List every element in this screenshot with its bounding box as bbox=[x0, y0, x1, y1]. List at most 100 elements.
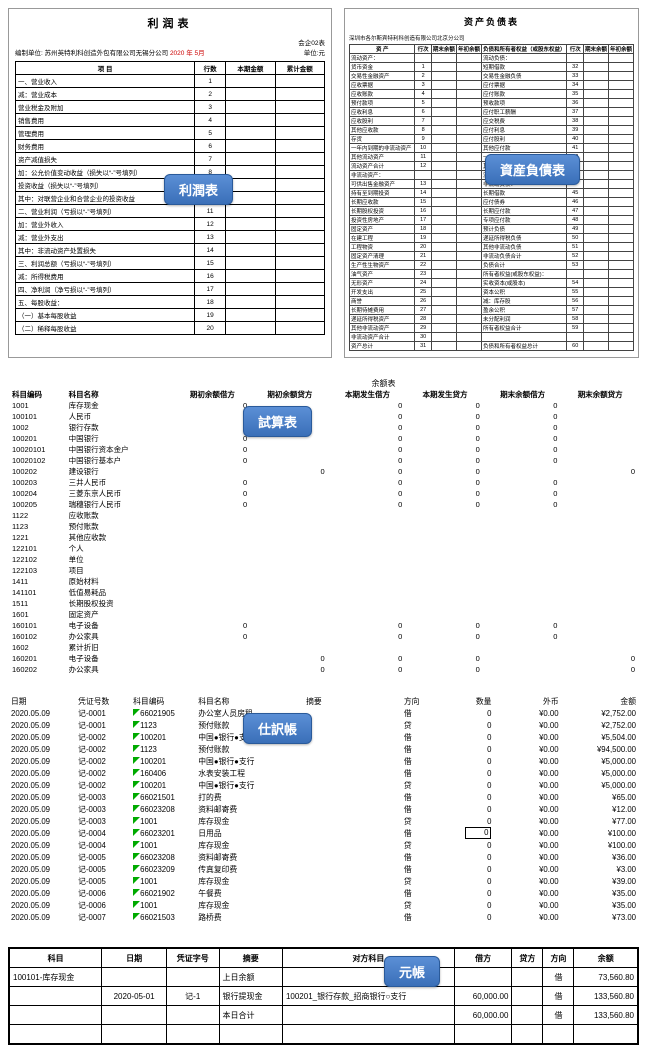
balance-cell bbox=[583, 171, 608, 180]
balance-cell: 交易性金融资产 bbox=[350, 72, 415, 81]
journal-cell: 记-0003 bbox=[75, 815, 130, 827]
trial-cell: 0 bbox=[484, 477, 562, 488]
ledger-cell bbox=[282, 1025, 454, 1044]
balance-cell: 56 bbox=[567, 297, 583, 306]
balance-cell: 19 bbox=[415, 234, 431, 243]
balance-cell bbox=[608, 333, 633, 342]
trial-cell: 100204 bbox=[8, 488, 65, 499]
balance-cell bbox=[431, 180, 456, 189]
profit-cell: 19 bbox=[195, 309, 226, 322]
balance-cell: 非流动资产： bbox=[350, 171, 415, 180]
journal-cell: 2020.05.09 bbox=[8, 767, 75, 779]
journal-cell: 0 bbox=[439, 887, 494, 899]
trial-cell bbox=[329, 510, 407, 521]
balance-cell: 存货 bbox=[350, 135, 415, 144]
balance-cell bbox=[583, 72, 608, 81]
journal-cell bbox=[303, 791, 401, 803]
balance-cell: 应付债券 bbox=[481, 198, 567, 207]
trial-cell bbox=[561, 576, 639, 587]
balance-cell bbox=[431, 72, 456, 81]
trial-cell bbox=[174, 510, 252, 521]
trial-col: 本期发生借方 bbox=[329, 389, 407, 400]
journal-cell bbox=[303, 899, 401, 911]
profit-cell bbox=[226, 218, 275, 231]
balance-cell bbox=[431, 270, 456, 279]
trial-cell: 0 bbox=[484, 620, 562, 631]
trial-cell: 0 bbox=[406, 499, 484, 510]
trial-cell bbox=[406, 554, 484, 565]
profit-cell: 财务费用 bbox=[16, 140, 195, 153]
balance-cell: 预收款项 bbox=[481, 99, 567, 108]
trial-cell bbox=[561, 543, 639, 554]
balance-col: 年初余额 bbox=[608, 45, 633, 54]
balance-cell bbox=[583, 297, 608, 306]
profit-cell: 2 bbox=[195, 88, 226, 101]
trial-cell: 0 bbox=[406, 400, 484, 411]
ledger-badge: 元帳 bbox=[384, 956, 440, 987]
balance-cell bbox=[431, 216, 456, 225]
trial-cell bbox=[406, 532, 484, 543]
trial-cell bbox=[561, 488, 639, 499]
balance-cell: 应收账款 bbox=[350, 90, 415, 99]
balance-cell bbox=[456, 63, 481, 72]
trial-cell: 0 bbox=[174, 433, 252, 444]
profit-cell: 17 bbox=[195, 283, 226, 296]
profit-cell: 20 bbox=[195, 322, 226, 335]
balance-cell bbox=[583, 144, 608, 153]
journal-cell: 1001 bbox=[130, 875, 195, 887]
balance-cell bbox=[456, 117, 481, 126]
balance-cell bbox=[608, 270, 633, 279]
balance-org: 深圳市各尔斯宾特利科创造有限公司北京分公司 bbox=[349, 34, 634, 42]
balance-cell: 应付票据 bbox=[481, 81, 567, 90]
balance-cell bbox=[456, 198, 481, 207]
ledger-cell bbox=[512, 968, 543, 987]
trial-cell bbox=[329, 642, 407, 653]
journal-cell: 中国●银行●支行 bbox=[195, 779, 303, 791]
trial-cell: 中国银行 bbox=[65, 433, 174, 444]
trial-cell bbox=[406, 587, 484, 598]
trial-cell: 办公家具 bbox=[65, 631, 174, 642]
balance-cell: 固定资产 bbox=[350, 225, 415, 234]
trial-cell: 0 bbox=[406, 466, 484, 477]
trial-cell: 电子设备 bbox=[65, 620, 174, 631]
profit-col: 本期金额 bbox=[226, 62, 275, 75]
profit-cell bbox=[275, 257, 324, 270]
profit-cell bbox=[275, 218, 324, 231]
balance-cell bbox=[456, 342, 481, 351]
balance-cell bbox=[456, 153, 481, 162]
trial-cell bbox=[484, 653, 562, 664]
profit-row: 三、利润总额（亏损以“-”号填列）15 bbox=[16, 257, 325, 270]
trial-cell: 122103 bbox=[8, 565, 65, 576]
journal-cell: 借 bbox=[401, 863, 440, 875]
journal-cell: 借 bbox=[401, 803, 440, 815]
balance-row: 在建工程19 递延所得税负债50 bbox=[350, 234, 634, 243]
profit-cell: （二）稀释每股收益 bbox=[16, 322, 195, 335]
journal-cell: ¥5,000.00 bbox=[562, 755, 639, 767]
journal-cell: 100201 bbox=[130, 755, 195, 767]
balance-cell: 47 bbox=[567, 207, 583, 216]
balance-cell bbox=[431, 324, 456, 333]
trial-cell bbox=[561, 609, 639, 620]
trial-cell: 122101 bbox=[8, 543, 65, 554]
journal-cell: ¥39.00 bbox=[562, 875, 639, 887]
balance-cell: 24 bbox=[415, 279, 431, 288]
balance-cell bbox=[431, 153, 456, 162]
selected-cell-box[interactable]: 0 bbox=[465, 827, 491, 839]
profit-cell bbox=[226, 231, 275, 244]
balance-cell bbox=[608, 63, 633, 72]
balance-cell bbox=[431, 126, 456, 135]
profit-cell bbox=[275, 140, 324, 153]
balance-row: 固定资产清理21非流动负债合计52 bbox=[350, 252, 634, 261]
trial-cell bbox=[561, 565, 639, 576]
balance-cell bbox=[608, 261, 633, 270]
balance-cell: 14 bbox=[415, 189, 431, 198]
trial-cell: 预付账款 bbox=[65, 521, 174, 532]
journal-cell: 2020.05.09 bbox=[8, 791, 75, 803]
trial-cell: 1511 bbox=[8, 598, 65, 609]
balance-cell bbox=[456, 81, 481, 90]
journal-cell: 2020.05.09 bbox=[8, 851, 75, 863]
profit-cell bbox=[226, 101, 275, 114]
journal-cell: 2020.05.09 bbox=[8, 815, 75, 827]
journal-col: 数量 bbox=[439, 695, 494, 707]
balance-cell: 工程物资 bbox=[350, 243, 415, 252]
